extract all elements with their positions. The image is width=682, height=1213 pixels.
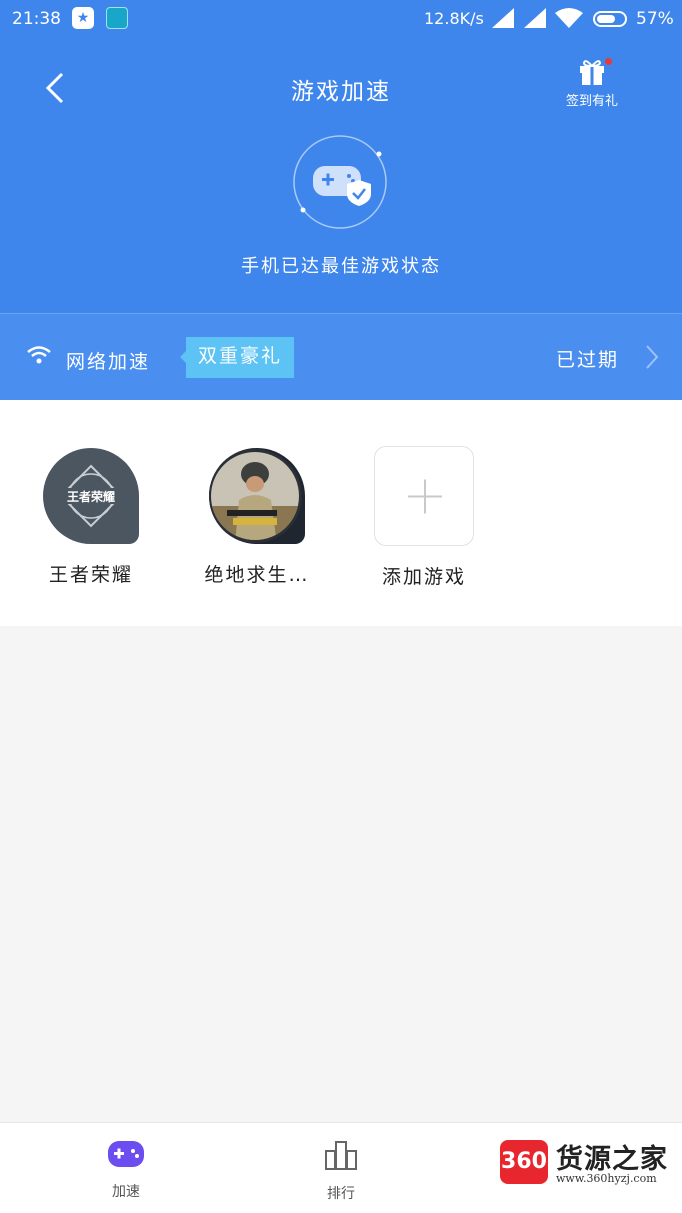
network-acceleration-label: 网络加速 (66, 351, 151, 373)
wifi-icon (27, 346, 51, 364)
tab-label: 加速 (112, 1184, 140, 1200)
watermark-title: 货源之家 (556, 1144, 668, 1175)
watermark: 360 货源之家 www.360hyzj.com (500, 1137, 682, 1197)
gift-label: 签到有礼 (565, 94, 618, 109)
gift-icon (580, 60, 604, 85)
status-bar: 21:38 ★ 12.8K/s 57% (0, 0, 682, 40)
header: 21:38 ★ 12.8K/s 57% 游戏加速 签到有礼 手机已达最佳游戏状态 (0, 0, 682, 401)
notification-app-icon: ★ (72, 7, 94, 29)
game-item[interactable]: 绝地求生… (187, 448, 327, 587)
tab-ranking[interactable]: 排行 (296, 1139, 386, 1203)
add-game-button[interactable]: 添加游戏 (354, 446, 494, 589)
signal-icon-2 (524, 8, 546, 28)
network-speed: 12.8K/s (424, 9, 484, 28)
gamepad-shield-icon (293, 135, 387, 229)
notification-app-icon-2 (106, 7, 128, 29)
watermark-url: www.360hyzj.com (556, 1172, 657, 1185)
bar-chart-icon (325, 1141, 357, 1170)
promo-badge[interactable]: 双重豪礼 (179, 337, 295, 378)
chevron-right-icon (646, 345, 659, 369)
tab-label: 排行 (327, 1186, 355, 1202)
battery-icon (593, 11, 627, 27)
game-state-text: 手机已达最佳游戏状态 (241, 256, 441, 277)
signal-icon (492, 8, 514, 28)
battery-percent: 57% (636, 9, 674, 29)
add-game-label: 添加游戏 (381, 566, 466, 588)
game-item[interactable]: 王者荣耀 王者荣耀 (21, 448, 161, 587)
wangzhe-logo-text: 王者荣耀 (67, 489, 115, 504)
notification-dot (605, 58, 612, 65)
watermark-logo: 360 (500, 1140, 548, 1184)
game-list: 王者荣耀 王者荣耀 绝地求生… 添加游戏 (0, 400, 682, 626)
wifi-icon (555, 8, 583, 28)
expired-status: 已过期 (556, 349, 620, 371)
wangzhe-icon: 王者荣耀 (43, 448, 139, 544)
gamepad-icon (108, 1141, 144, 1167)
sign-in-gift-button[interactable]: 签到有礼 (557, 56, 627, 116)
pubg-icon (209, 448, 305, 544)
game-name: 王者荣耀 (48, 564, 133, 586)
plus-icon (374, 446, 474, 546)
network-acceleration-row[interactable]: 网络加速 双重豪礼 已过期 (0, 313, 682, 401)
game-name: 绝地求生… (204, 564, 310, 586)
status-time: 21:38 (12, 9, 61, 29)
tab-accelerate[interactable]: 加速 (81, 1139, 171, 1201)
